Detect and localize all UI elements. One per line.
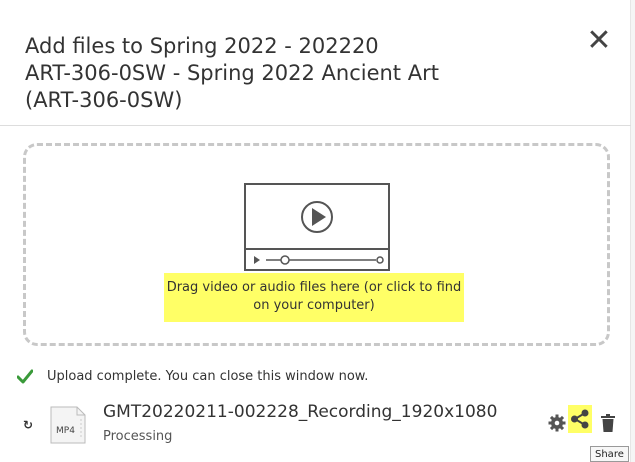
trash-icon[interactable] [601,414,615,432]
close-icon[interactable]: ✕ [586,23,611,58]
file-dropzone[interactable]: Drag video or audio files here (or click… [23,143,610,346]
share-button[interactable] [568,405,592,433]
gear-icon[interactable] [548,414,566,432]
file-name: GMT20220211-002228_Recording_1920x1080 [103,402,498,422]
upload-status-text: Upload complete. You can close this wind… [47,368,369,384]
video-player-icon [244,183,390,271]
refresh-icon: ↻ [23,418,34,432]
share-icon[interactable] [568,405,592,433]
file-type-icon: MP4 [50,406,86,444]
check-icon [17,369,33,384]
share-tooltip: Share [590,446,629,462]
file-status: Processing [103,429,173,444]
upload-status: Upload complete. You can close this wind… [17,367,368,385]
file-type-label: MP4 [56,426,75,436]
close-button[interactable]: ✕ [584,26,614,56]
dropzone-instructions[interactable]: Drag video or audio files here (or click… [164,273,464,322]
file-list-item: ↻ MP4 GMT20220211-002228_Recording_1920x… [0,397,631,447]
dialog-header: Add files to Spring 2022 - 202220 ART-30… [0,0,631,126]
dialog-title: Add files to Spring 2022 - 202220 ART-30… [25,34,439,112]
